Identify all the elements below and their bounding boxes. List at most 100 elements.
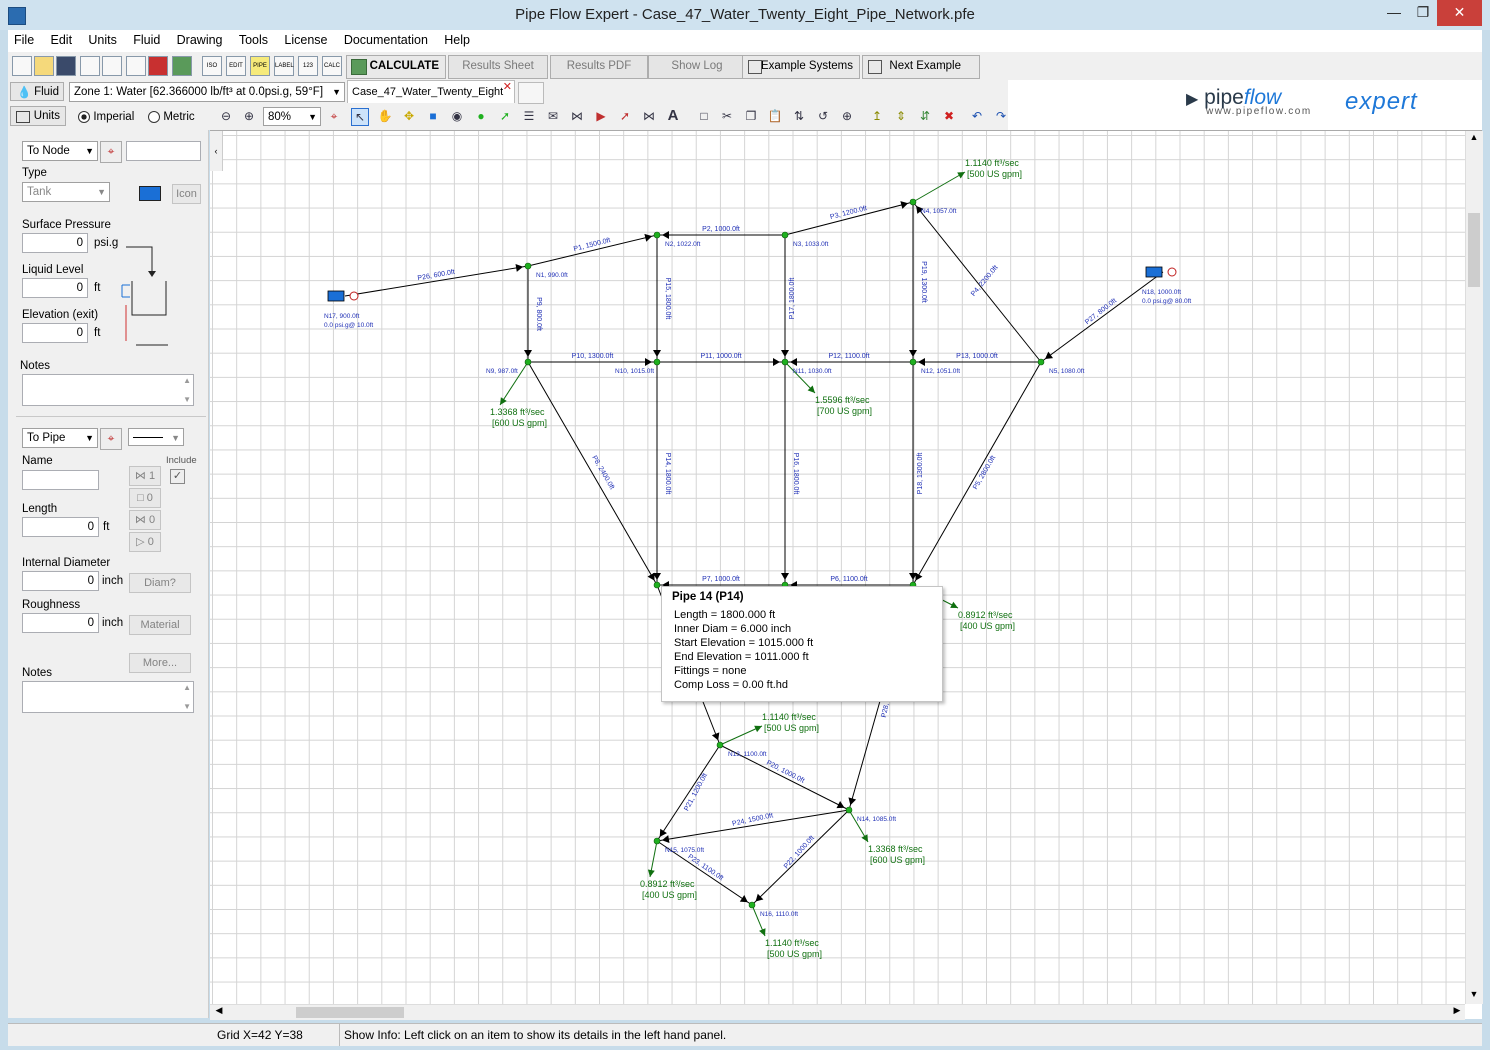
tooltip-start-elevation: Start Elevation = 1015.000 ft <box>674 637 814 649</box>
pipe-line[interactable] <box>912 361 1042 586</box>
flow-arrow <box>661 835 670 844</box>
tank-pressure-label: 0.0 psi.g@ 10.0ft <box>324 322 373 329</box>
flow-arrow <box>781 573 789 580</box>
pipe-line[interactable] <box>656 744 721 842</box>
pipe-label: P10, 1300.0ft <box>572 353 614 360</box>
node-label: N3, 1033.0ft <box>793 241 829 248</box>
demand-line <box>912 171 966 203</box>
tank-label: N17, 900.0ft <box>324 313 360 320</box>
pipe-line[interactable] <box>344 265 529 297</box>
node-label: N10, 1015.0ft <box>615 368 654 375</box>
demand-flow-label: 0.8912 ft³/sec <box>640 879 695 889</box>
pipe-info-tooltip: Pipe 14 (P14) Length = 1800.000 ft Inner… <box>661 586 943 702</box>
tank-pump-icon[interactable] <box>349 291 359 301</box>
pipe-label: P17, 1800.0ft <box>789 278 796 320</box>
flow-arrow <box>524 350 532 357</box>
tooltip-end-elevation: End Elevation = 1011.000 ft <box>674 651 809 663</box>
node-n10[interactable] <box>653 358 661 366</box>
node-label: N13, 1100.0ft <box>728 751 767 758</box>
flow-arrow <box>644 233 653 242</box>
flow-arrow <box>848 797 857 806</box>
tooltip-comp-loss: Comp Loss = 0.00 ft.hd <box>674 679 789 691</box>
tooltip-length: Length = 1800.000 ft <box>674 609 776 621</box>
flow-arrow <box>909 350 917 357</box>
node-n12[interactable] <box>909 358 917 366</box>
node-n4[interactable] <box>909 198 917 206</box>
status-info: Show Info: Left click on an item to show… <box>344 1028 727 1042</box>
demand-gpm-label: [700 US gpm] <box>817 406 872 416</box>
tank-pump-icon[interactable] <box>1167 267 1177 277</box>
pipe-label: P18, 1300.0ft <box>917 453 924 495</box>
flow-arrow <box>790 358 797 366</box>
node-label: N16, 1110.0ft <box>760 911 798 918</box>
pipe-label: P6, 1100.0ft <box>830 576 867 583</box>
pipe-line[interactable] <box>751 809 850 906</box>
demand-arrow <box>647 869 655 877</box>
demand-flow-label: 1.3368 ft³/sec <box>868 844 923 854</box>
status-bar: Grid X=42 Y=38 Show Info: Left click on … <box>8 1023 1482 1046</box>
pipe-label: P21, 1200.0ft <box>683 772 709 812</box>
pipe-label: P7, 1000.0ft <box>702 576 740 583</box>
flow-arrow <box>1045 351 1054 360</box>
demand-flow-label: 1.1140 ft³/sec <box>762 712 816 722</box>
tooltip-fittings: Fittings = none <box>674 665 747 677</box>
node-n13[interactable] <box>716 741 724 749</box>
tank-label: N18, 1000.0ft <box>1142 289 1181 296</box>
demand-gpm-label: [600 US gpm] <box>492 418 547 428</box>
status-divider <box>339 1024 340 1046</box>
node-label: N14, 1085.0ft <box>857 816 896 823</box>
demand-flow-label: 0.8912 ft³/sec <box>958 610 1013 620</box>
tank-pressure-label: 0.0 psi.g@ 80.0ft <box>1142 298 1191 305</box>
node-n11[interactable] <box>781 358 789 366</box>
pipe-line[interactable] <box>1040 271 1164 363</box>
node-n15[interactable] <box>653 837 661 845</box>
pipe-line[interactable] <box>912 201 1042 363</box>
node-n3[interactable] <box>781 231 789 239</box>
tooltip-title: Pipe 14 (P14) <box>672 591 744 603</box>
node-n1[interactable] <box>524 262 532 270</box>
pipe-label: P2, 1000.0ft <box>702 226 740 233</box>
node-label: N9, 987.0ft <box>486 368 518 375</box>
flow-arrow <box>653 350 661 357</box>
demand-gpm-label: [500 US gpm] <box>767 949 822 959</box>
pipe-line[interactable] <box>527 361 658 586</box>
node-n9[interactable] <box>524 358 532 366</box>
demand-flow-label: 1.3368 ft³/sec <box>490 407 545 417</box>
pipe-label: P4, 2200.0ft <box>970 264 1000 297</box>
pipe-line[interactable] <box>527 234 658 267</box>
node-n14[interactable] <box>845 806 853 814</box>
demand-flow-label: 1.1140 ft³/sec <box>765 938 819 948</box>
pipe-label: P14, 1800.0ft <box>664 453 671 495</box>
tank-icon[interactable] <box>1145 266 1163 278</box>
node-label: N12, 1051.0ft <box>921 368 960 375</box>
pipe-line[interactable] <box>784 201 914 236</box>
pipe-line[interactable] <box>656 809 850 842</box>
node-label: N5, 1080.0ft <box>1049 368 1085 375</box>
flow-arrow <box>515 263 524 272</box>
flow-arrow <box>662 231 669 239</box>
node-n5[interactable] <box>1037 358 1045 366</box>
node-label: N1, 990.0ft <box>536 272 568 279</box>
flow-arrow <box>739 894 748 903</box>
pipe-label: P26, 600.0ft <box>417 269 455 282</box>
demand-gpm-label: [600 US gpm] <box>870 855 925 865</box>
node-n8[interactable] <box>653 581 661 589</box>
demand-flow-label: 1.5596 ft³/sec <box>815 395 870 405</box>
node-label: N11, 1030.0ft <box>793 368 832 375</box>
node-label: N4, 1057.0ft <box>921 208 957 215</box>
tank-icon[interactable] <box>327 290 345 302</box>
flow-arrow <box>773 358 780 366</box>
grid-coordinates: Grid X=42 Y=38 <box>217 1028 303 1042</box>
node-n16[interactable] <box>748 901 756 909</box>
pipe-label: P27, 800.0ft <box>1084 297 1118 326</box>
pipe-label: P22, 1000.0ft <box>783 835 816 871</box>
demand-gpm-label: [500 US gpm] <box>967 169 1022 179</box>
node-n2[interactable] <box>653 231 661 239</box>
demand-gpm-label: [400 US gpm] <box>642 890 697 900</box>
flow-arrow <box>781 350 789 357</box>
pipe-label: P13, 1000.0ft <box>956 353 998 360</box>
flow-arrow <box>900 201 909 209</box>
flow-arrow <box>918 358 925 366</box>
pipe-network-drawing[interactable]: P26, 600.0ftP1, 1500.0ftP2, 1000.0ftP3, … <box>0 0 1490 1050</box>
demand-gpm-label: [400 US gpm] <box>960 621 1015 631</box>
